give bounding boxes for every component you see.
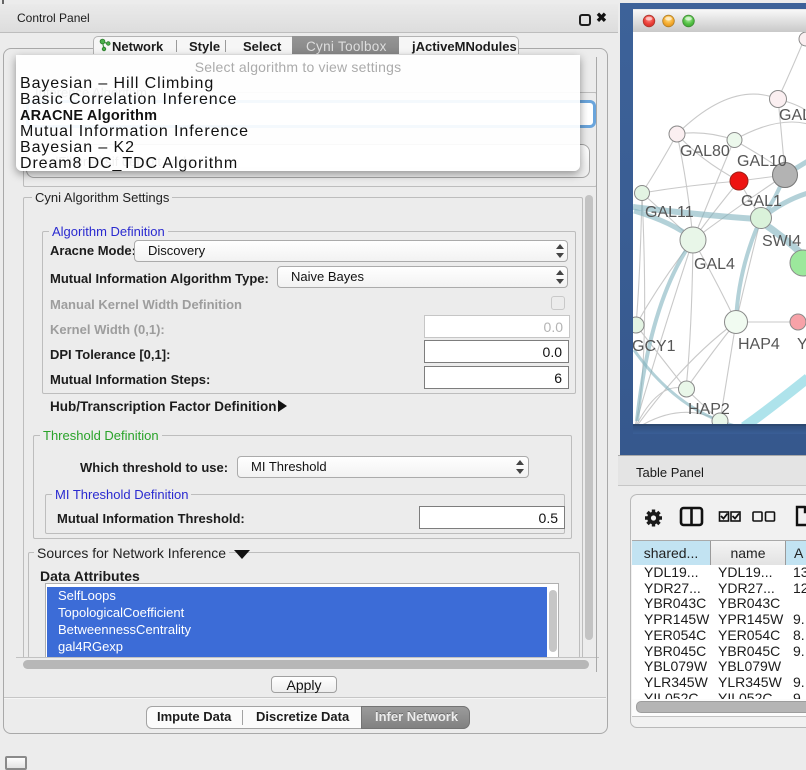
svg-text:GAL4: GAL4 xyxy=(694,256,735,273)
svg-text:GAL11: GAL11 xyxy=(645,204,694,221)
svg-text:GAL1: GAL1 xyxy=(741,193,782,210)
svg-text:HAP2: HAP2 xyxy=(688,401,730,418)
svg-text:HAP4: HAP4 xyxy=(738,336,780,353)
svg-text:SWI4: SWI4 xyxy=(762,233,801,250)
svg-text:GAL7: GAL7 xyxy=(779,107,806,124)
svg-text:GAL80: GAL80 xyxy=(680,143,730,160)
svg-text:GAL10: GAL10 xyxy=(737,153,787,170)
svg-text:GCY1: GCY1 xyxy=(633,338,676,355)
svg-text:Y: Y xyxy=(797,336,806,353)
